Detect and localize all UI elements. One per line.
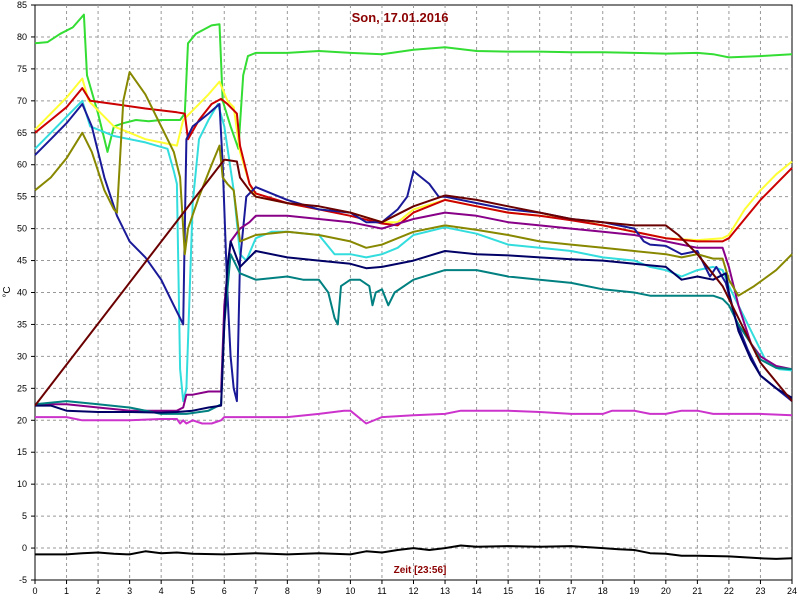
x-tick-label: 16 bbox=[535, 586, 545, 596]
y-tick-label: 5 bbox=[22, 511, 27, 521]
line-chart: -505101520253035404550556065707580850 1 2 3… bbox=[0, 0, 800, 600]
y-tick-label: 40 bbox=[17, 288, 27, 298]
chart-background bbox=[0, 0, 800, 600]
x-tick-label: 14 bbox=[472, 586, 482, 596]
x-tick-label: 3 bbox=[127, 586, 132, 596]
y-tick-label: 60 bbox=[17, 160, 27, 170]
x-axis-label: Zeit [23:56] bbox=[394, 565, 447, 576]
y-tick-label: 45 bbox=[17, 256, 27, 266]
y-tick-label: 10 bbox=[17, 479, 27, 489]
x-tick-label: 5 bbox=[190, 586, 195, 596]
x-tick-label: 0 bbox=[32, 586, 37, 596]
y-tick-label: 0 bbox=[22, 543, 27, 553]
x-tick-label: 13 bbox=[440, 586, 450, 596]
y-tick-label: 30 bbox=[17, 351, 27, 361]
x-tick-label: 9 bbox=[316, 586, 321, 596]
x-tick-label: 21 bbox=[692, 586, 702, 596]
y-tick-label: 80 bbox=[17, 32, 27, 42]
y-tick-label: 20 bbox=[17, 415, 27, 425]
x-tick-label: 20 bbox=[661, 586, 671, 596]
chart-title: Son, 17.01.2016 bbox=[352, 10, 449, 25]
x-tick-label: 6 bbox=[222, 586, 227, 596]
x-tick-label: 11 bbox=[377, 586, 386, 596]
x-tick-label: 23 bbox=[755, 586, 765, 596]
y-tick-label: 15 bbox=[17, 447, 27, 457]
x-tick-label: 22 bbox=[724, 586, 734, 596]
x-tick-label: 18 bbox=[598, 586, 608, 596]
x-tick-label: 19 bbox=[629, 586, 639, 596]
y-tick-label: 70 bbox=[17, 96, 27, 106]
y-tick-label: 75 bbox=[17, 64, 27, 74]
x-tick-label: 8 bbox=[285, 586, 290, 596]
x-tick-label: 12 bbox=[408, 586, 418, 596]
x-tick-label: 10 bbox=[345, 586, 355, 596]
y-axis-label: °C bbox=[2, 286, 13, 297]
x-tick-label: 1 bbox=[64, 586, 69, 596]
y-tick-label: 55 bbox=[17, 192, 27, 202]
x-tick-label: 24 bbox=[787, 586, 797, 596]
y-tick-label: 50 bbox=[17, 224, 27, 234]
y-tick-label: -5 bbox=[19, 575, 27, 585]
y-tick-label: 65 bbox=[17, 128, 27, 138]
y-tick-label: 35 bbox=[17, 319, 27, 329]
x-tick-label: 7 bbox=[253, 586, 258, 596]
x-tick-label: 2 bbox=[96, 586, 101, 596]
x-tick-label: 4 bbox=[159, 586, 164, 596]
x-tick-label: 15 bbox=[503, 586, 513, 596]
y-tick-label: 25 bbox=[17, 383, 27, 393]
y-tick-label: 85 bbox=[17, 0, 27, 10]
x-tick-label: 17 bbox=[566, 586, 576, 596]
